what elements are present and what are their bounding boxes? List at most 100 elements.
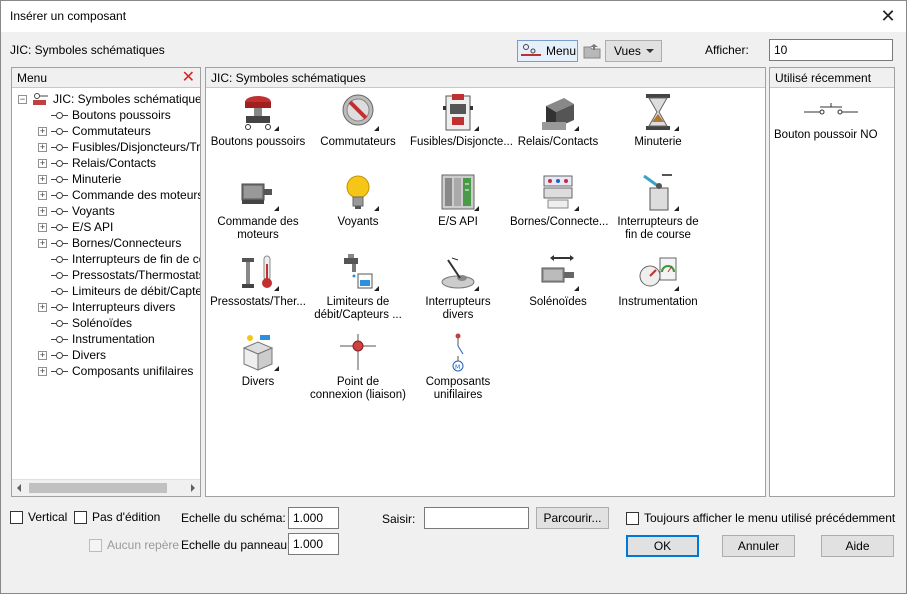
expand-icon[interactable]: +	[38, 158, 47, 168]
scrollbar-thumb[interactable]	[29, 483, 167, 493]
symbol-grid-item[interactable]: Interrupteurs de fin de course	[608, 172, 708, 242]
scroll-right-icon[interactable]	[191, 484, 195, 492]
tree-item[interactable]: + Divers	[38, 347, 106, 363]
show-count-input[interactable]: 10	[769, 39, 893, 61]
panel-scale-input[interactable]: 1.000	[288, 533, 339, 555]
schema-scale-input[interactable]: 1.000	[288, 507, 339, 529]
expand-icon[interactable]: +	[38, 142, 47, 152]
views-dropdown[interactable]: Vues	[605, 40, 662, 62]
tree-item[interactable]: + Composants unifilaires	[38, 363, 193, 379]
symbol-label: Fusibles/Disjoncte...	[410, 136, 513, 148]
symbol-grid-item[interactable]: Commutateurs	[308, 92, 408, 149]
tree-root[interactable]: − JIC: Symboles schématiques	[18, 91, 200, 107]
expand-icon[interactable]: +	[38, 222, 47, 232]
ok-button[interactable]: OK	[626, 535, 699, 557]
tree-item[interactable]: + Relais/Contacts	[38, 155, 156, 171]
symbol-grid-item[interactable]: Boutons poussoirs	[208, 92, 308, 149]
symbol-grid-item[interactable]: Interrupteurs divers	[408, 252, 508, 322]
symbol-folder-icon	[51, 287, 68, 295]
tree-item[interactable]: + E/S API	[38, 219, 113, 235]
fuse-breaker-icon	[408, 92, 508, 132]
tree-item[interactable]: Interrupteurs de fin de cour	[38, 251, 200, 267]
tree-item[interactable]: Solénoïdes	[38, 315, 132, 331]
symbol-grid-item[interactable]: Minuterie	[608, 92, 708, 149]
help-button[interactable]: Aide	[821, 535, 894, 557]
symbol-grid-item[interactable]: Point de connexion (liaison)	[308, 332, 408, 402]
symbol-grid-item[interactable]: Fusibles/Disjoncte...	[408, 92, 513, 149]
tree-item[interactable]: Limiteurs de débit/Capteurs	[38, 283, 200, 299]
expand-icon[interactable]: +	[38, 174, 47, 184]
collapse-icon[interactable]: −	[18, 94, 27, 104]
submenu-indicator-icon	[474, 206, 479, 211]
symbol-label: Voyants	[337, 216, 379, 228]
expand-icon[interactable]: +	[38, 206, 47, 216]
folder-up-button[interactable]	[581, 40, 603, 62]
tree-item[interactable]: Instrumentation	[38, 331, 155, 347]
recent-panel: Utilisé récemment Bouton poussoir NO	[769, 67, 895, 497]
symbol-folder-icon	[51, 207, 68, 215]
menu-tree[interactable]: − JIC: Symboles schématiques Boutons pou…	[12, 89, 200, 477]
tree-item[interactable]: Pressostats/Thermostats	[38, 267, 200, 283]
symbol-grid-item[interactable]: Divers	[208, 332, 308, 389]
symbol-grid-item[interactable]: E/S API	[408, 172, 508, 229]
checkbox-box[interactable]	[74, 510, 87, 524]
expand-icon[interactable]: +	[38, 238, 47, 248]
tree-item[interactable]: + Commutateurs	[38, 123, 151, 139]
symbol-grid-item[interactable]: Bornes/Connecte...	[508, 172, 608, 229]
symbol-grid-item[interactable]: Instrumentation	[608, 252, 708, 309]
expand-icon[interactable]: +	[38, 350, 47, 360]
tree-item[interactable]: + Bornes/Connecteurs	[38, 235, 181, 251]
tree-item[interactable]: Boutons poussoirs	[38, 107, 171, 123]
submenu-indicator-icon	[474, 286, 479, 291]
symbol-grid-item[interactable]: Solénoïdes	[508, 252, 608, 309]
hourglass-icon	[608, 92, 708, 132]
tree-item[interactable]: + Fusibles/Disjoncteurs/Tran	[38, 139, 200, 155]
close-icon[interactable]: ✕	[876, 5, 900, 27]
checkbox-box[interactable]	[626, 511, 639, 525]
no-edit-checkbox[interactable]: Pas d'édition	[74, 510, 160, 524]
horizontal-scrollbar[interactable]	[12, 479, 200, 496]
expand-icon[interactable]: +	[38, 126, 47, 136]
submenu-indicator-icon	[574, 286, 579, 291]
symbols-panel-title: JIC: Symboles schématiques	[211, 71, 366, 85]
scroll-left-icon[interactable]	[17, 484, 21, 492]
symbol-folder-icon	[51, 319, 68, 327]
symbol-grid-item[interactable]: Relais/Contacts	[508, 92, 608, 149]
symbol-label: Point de connexion (liaison)	[310, 376, 406, 401]
expand-icon[interactable]: +	[38, 366, 47, 376]
plc-io-icon	[408, 172, 508, 212]
selector-switch-icon	[308, 92, 408, 132]
symbol-grid-item[interactable]: M Composants unifilaires	[408, 332, 508, 402]
symbol-grid-item[interactable]: Pressostats/Ther...	[208, 252, 308, 309]
recent-item[interactable]: Bouton poussoir NO	[774, 102, 892, 141]
symbol-grid-item[interactable]: Voyants	[308, 172, 408, 229]
menu-button[interactable]: Menu	[517, 40, 578, 62]
expand-icon[interactable]: +	[38, 190, 47, 200]
tree-item-label: Relais/Contacts	[72, 156, 157, 170]
checkbox-box[interactable]	[10, 510, 23, 524]
close-menu-icon[interactable]: ✕	[182, 70, 195, 86]
submenu-indicator-icon	[674, 206, 679, 211]
connection-point-icon	[308, 332, 408, 372]
show-count-label: Afficher:	[705, 43, 749, 57]
tree-item[interactable]: + Voyants	[38, 203, 115, 219]
tree-item[interactable]: + Interrupteurs divers	[38, 299, 175, 315]
relay-icon	[508, 92, 608, 132]
type-input[interactable]	[424, 507, 529, 529]
svg-text:M: M	[455, 364, 460, 371]
tree-item-label: Minuterie	[72, 172, 122, 186]
submenu-indicator-icon	[274, 126, 279, 131]
tree-item[interactable]: + Minuterie	[38, 171, 121, 187]
flow-sensor-icon	[308, 252, 408, 292]
symbol-label: Commutateurs	[320, 136, 396, 148]
vertical-checkbox[interactable]: Vertical	[10, 510, 67, 524]
expand-icon[interactable]: +	[38, 302, 47, 312]
symbol-label: Commande des moteurs	[217, 216, 299, 241]
cancel-button[interactable]: Annuler	[722, 535, 795, 557]
always-show-checkbox[interactable]: Toujours afficher le menu utilisé précéd…	[626, 511, 895, 525]
limit-switch-icon	[608, 172, 708, 212]
symbol-grid-item[interactable]: Commande des moteurs	[208, 172, 308, 242]
symbol-grid-item[interactable]: Limiteurs de débit/Capteurs ...	[308, 252, 408, 322]
tree-item[interactable]: + Commande des moteurs	[38, 187, 200, 203]
browse-button[interactable]: Parcourir...	[536, 507, 609, 529]
